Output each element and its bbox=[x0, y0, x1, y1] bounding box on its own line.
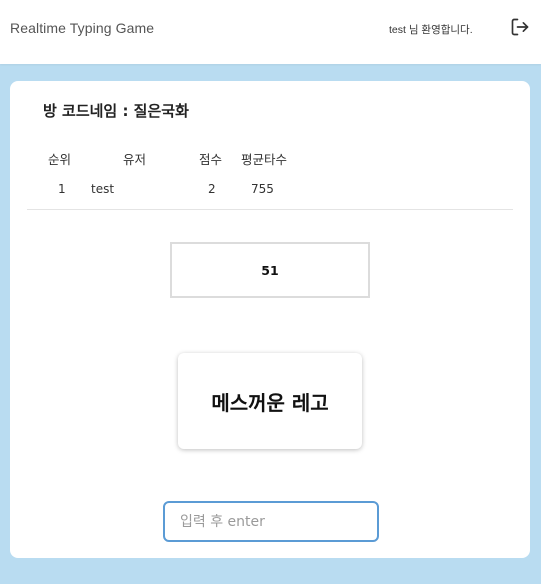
row-score: 2 bbox=[208, 182, 216, 196]
row-user: test bbox=[91, 182, 115, 196]
divider bbox=[27, 209, 513, 210]
column-header-rank: 순위 bbox=[48, 152, 72, 167]
column-header-avg-speed: 평균타수 bbox=[241, 152, 288, 167]
column-header-user: 유저 bbox=[123, 152, 147, 167]
target-word-card: 메스꺼운 레고 bbox=[178, 353, 362, 449]
game-room-card: 방 코드네임 : 질은국화 순위 유저 점수 평균타수 1 test 2 755… bbox=[10, 81, 530, 558]
app-title: Realtime Typing Game bbox=[10, 20, 155, 36]
logout-icon[interactable] bbox=[510, 17, 530, 37]
timer-display: 51 bbox=[170, 242, 370, 298]
room-title: 방 코드네임 : 질은국화 bbox=[43, 102, 189, 120]
row-rank: 1 bbox=[58, 182, 66, 196]
top-header: Realtime Typing Game test 님 환영합니다. bbox=[0, 0, 541, 64]
welcome-message: test 님 환영합니다. bbox=[389, 24, 473, 36]
typing-input[interactable] bbox=[163, 501, 379, 542]
column-header-score: 점수 bbox=[199, 152, 223, 167]
row-avg-speed: 755 bbox=[251, 182, 274, 196]
